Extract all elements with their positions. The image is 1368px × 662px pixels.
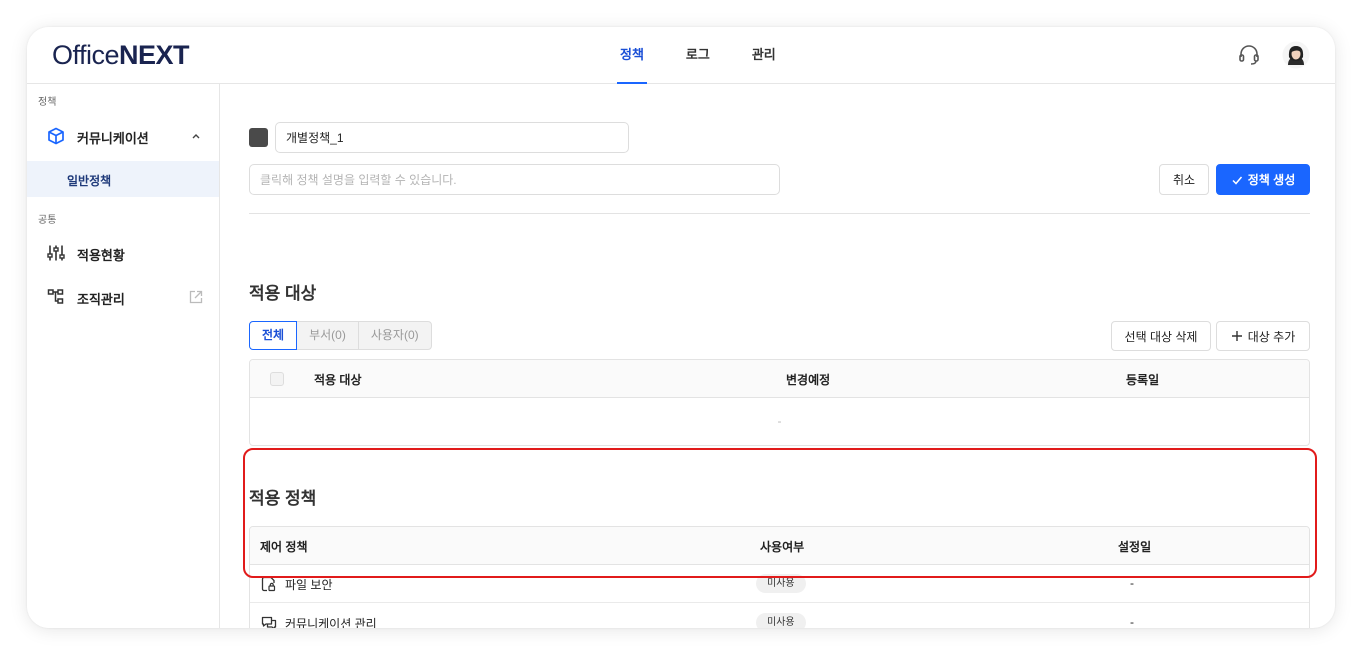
- user-avatar[interactable]: [1282, 41, 1310, 69]
- nav-tab-policy[interactable]: 정책: [617, 27, 647, 84]
- sidebar-item-org-management[interactable]: 조직관리: [27, 279, 219, 315]
- sidebar-section-label: 공통: [38, 215, 57, 226]
- section-divider: [249, 213, 1310, 214]
- org-chart-icon: [47, 289, 64, 304]
- sidebar-item-label: 적용현황: [77, 248, 125, 263]
- target-filter-tabs: 전체 부서(0) 사용자(0): [249, 321, 432, 350]
- table-row[interactable]: 커뮤니케이션 관리 미사용 -: [250, 604, 1309, 628]
- cancel-button[interactable]: 취소: [1159, 164, 1209, 195]
- select-all-checkbox[interactable]: [270, 372, 284, 386]
- column-header[interactable]: 사용여부: [760, 538, 804, 555]
- app-logo[interactable]: OfficeNEXT: [52, 40, 190, 71]
- tab-all[interactable]: 전체: [249, 321, 298, 350]
- targets-section-title: 적용 대상: [249, 284, 317, 303]
- policies-table: 제어 정책 사용여부 설정일 파일 보안 미사용 - 커뮤니케이션 관리 미사용…: [249, 526, 1310, 628]
- create-policy-button[interactable]: 정책 생성: [1216, 164, 1310, 195]
- policy-name: 커뮤니케이션 관리: [285, 617, 377, 628]
- sidebar-item-general-policy[interactable]: 일반정책: [27, 161, 219, 197]
- policy-name: 파일 보안: [285, 578, 333, 592]
- targets-table: 적용 대상 변경예정 등록일 -: [249, 359, 1310, 446]
- policies-section-title: 적용 정책: [249, 489, 317, 508]
- plus-icon: [1231, 331, 1242, 341]
- sidebar-item-apply-status[interactable]: 적용현황: [27, 235, 219, 271]
- column-header[interactable]: 설정일: [1118, 538, 1151, 555]
- tab-department[interactable]: 부서(0): [296, 321, 359, 350]
- sidebar-item-label: 일반정책: [67, 174, 112, 188]
- sidebar: 정책 커뮤니케이션 일반정책 공통 적용현황 조직관리: [27, 84, 220, 628]
- add-target-button[interactable]: 대상 추가: [1216, 321, 1310, 351]
- sidebar-item-label: 조직관리: [77, 292, 125, 307]
- chat-bubbles-icon: [261, 616, 277, 628]
- external-link-icon[interactable]: [188, 289, 204, 305]
- app-window: OfficeNEXT 정책 로그 관리 정책 커뮤니케이션 일반정책 공통 적용…: [27, 27, 1335, 628]
- policy-name-input[interactable]: [275, 122, 629, 153]
- cancel-button-label: 취소: [1172, 173, 1196, 187]
- column-header[interactable]: 제어 정책: [260, 538, 308, 555]
- create-policy-label: 정책 생성: [1247, 173, 1296, 187]
- tab-user[interactable]: 사용자(0): [357, 321, 432, 350]
- add-target-label: 대상 추가: [1247, 329, 1296, 344]
- table-header: 제어 정책 사용여부 설정일: [250, 527, 1309, 565]
- sidebar-section-label: 정책: [38, 97, 57, 108]
- nav-tab-admin[interactable]: 관리: [749, 27, 779, 84]
- column-header[interactable]: 등록일: [1126, 371, 1159, 388]
- chevron-up-icon[interactable]: [188, 128, 204, 144]
- table-header: 적용 대상 변경예정 등록일: [250, 360, 1309, 398]
- cube-icon: [48, 127, 64, 145]
- empty-state: -: [777, 414, 782, 428]
- column-header[interactable]: 적용 대상: [314, 371, 362, 388]
- policy-color-swatch[interactable]: [249, 128, 268, 147]
- policy-date: -: [1130, 615, 1134, 628]
- main-nav: 정책 로그 관리: [617, 27, 815, 84]
- policy-date: -: [1130, 576, 1134, 590]
- status-badge: 미사용: [756, 574, 806, 593]
- sidebar-item-label: 커뮤니케이션: [77, 131, 149, 146]
- file-lock-icon: [261, 576, 276, 592]
- column-header[interactable]: 변경예정: [786, 371, 830, 388]
- table-row[interactable]: 파일 보안 미사용 -: [250, 565, 1309, 603]
- headset-icon[interactable]: [1236, 42, 1262, 68]
- status-badge: 미사용: [756, 613, 806, 628]
- delete-selected-label: 선택 대상 삭제: [1124, 329, 1198, 344]
- delete-selected-targets-button[interactable]: 선택 대상 삭제: [1111, 321, 1211, 351]
- nav-tab-log[interactable]: 로그: [683, 27, 713, 84]
- check-icon: [1232, 176, 1242, 185]
- sidebar-item-communication[interactable]: 커뮤니케이션: [27, 118, 219, 154]
- policy-description-input[interactable]: [249, 164, 780, 195]
- top-header: OfficeNEXT 정책 로그 관리: [27, 27, 1335, 84]
- main-content: 취소 정책 생성 적용 대상 전체 부서(0) 사용자(0) 선택 대상 삭제 …: [221, 84, 1335, 628]
- sliders-icon: [47, 245, 65, 261]
